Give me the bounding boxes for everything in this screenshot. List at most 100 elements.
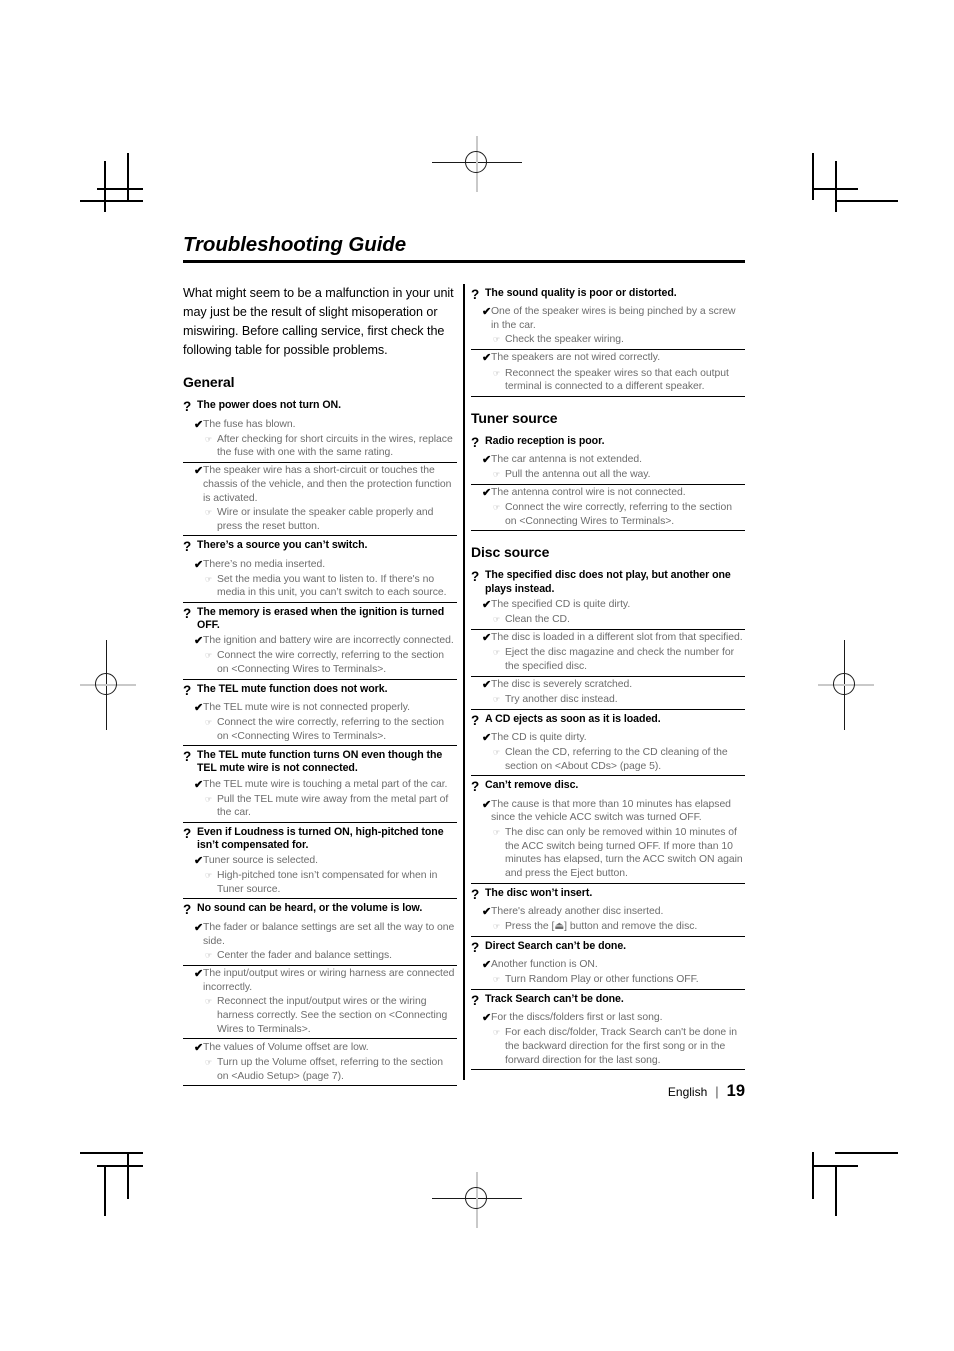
question-mark-icon: ? [183, 539, 192, 555]
solution-row: ☞ Set the media you want to listen to. If… [183, 572, 457, 602]
question-mark-icon: ? [471, 712, 480, 728]
cause-row: ✔ For the discs/folders first or last son… [471, 1009, 745, 1025]
cause-text: The antenna control wire is not connecte… [491, 487, 686, 499]
cause-group: ✔ The speaker wire has a short-circuit or… [183, 461, 457, 536]
cause-text: There’s no media inserted. [203, 558, 326, 570]
question-row: ? Can’t remove disc. [471, 776, 745, 796]
pointing-hand-icon: ☞ [493, 368, 501, 378]
pointing-hand-icon: ☞ [205, 508, 213, 518]
section-heading-tuner-source: Tuner source [471, 409, 558, 426]
cause-text: The ignition and battery wire are incorr… [203, 635, 454, 647]
two-column-layout: What might seem to be a malfunction in y… [183, 283, 745, 1087]
cause-row: ✔ The fader or balance settings are set a… [183, 919, 457, 948]
checkmark-icon: ✔ [482, 905, 492, 918]
cause-group: ✔ For the discs/folders first or last son… [471, 1009, 745, 1069]
checkmark-icon: ✔ [482, 599, 492, 612]
cause-text: For the discs/folders first or last song… [491, 1011, 663, 1023]
cause-group: ✔ The antenna control wire is not connect… [471, 483, 745, 531]
pointing-hand-icon: ☞ [493, 921, 501, 931]
question-mark-icon: ? [183, 748, 192, 764]
checkmark-icon: ✔ [194, 1041, 204, 1054]
solution-row: ☞ High-pitched tone isn’t compensated for… [183, 869, 457, 899]
checkmark-icon: ✔ [482, 798, 492, 811]
solution-text: Reconnect the input/output wires or the … [217, 996, 448, 1036]
solution-text: Press the [⏏] button and remove the disc… [505, 920, 698, 932]
question-text: The sound quality is poor or distorted. [485, 286, 677, 299]
pointing-hand-icon: ☞ [493, 1027, 501, 1037]
cause-row: ✔ The speaker wire has a short-circuit or… [183, 463, 457, 506]
title-underline [183, 259, 745, 263]
cause-row: ✔ The TEL mute wire is not connected prop… [183, 699, 457, 715]
troubleshooting-entry: ? The sound quality is poor or distorted.… [471, 284, 745, 397]
question-text: The TEL mute function does not work. [197, 682, 388, 695]
pointing-hand-icon: ☞ [493, 648, 501, 658]
solution-text: Connect the wire correctly, referring to… [217, 716, 444, 742]
question-text: The TEL mute function turns ON even thou… [197, 748, 443, 775]
solution-row: ☞ Center the fader and balance settings. [183, 948, 457, 964]
question-text: Even if Loudness is turned ON, high-pitc… [197, 825, 444, 852]
solution-text: Check the speaker wiring. [505, 334, 624, 346]
pointing-hand-icon: ☞ [205, 871, 213, 881]
solution-text: Clean the CD, referring to the CD cleani… [505, 747, 728, 772]
cause-text: The speaker wire has a short-circuit or … [203, 465, 452, 504]
checkmark-icon: ✔ [194, 558, 204, 571]
solution-text: Turn up the Volume offset, referring to … [217, 1056, 444, 1082]
cause-group: ✔ One of the speaker wires is being pinch… [471, 303, 745, 349]
column-divider [463, 283, 465, 1080]
question-row: ? No sound can be heard, or the volume is… [183, 899, 457, 919]
checkmark-icon: ✔ [194, 465, 204, 478]
checkmark-icon: ✔ [482, 732, 492, 745]
cause-row: ✔ Tuner source is selected. [183, 853, 457, 869]
pointing-hand-icon: ☞ [493, 503, 501, 513]
cause-group: ✔ The TEL mute wire is touching a metal p… [183, 776, 457, 822]
solution-text: Set the media you want to listen to. If … [217, 573, 447, 599]
question-text: The disc won’t insert. [485, 886, 593, 899]
section-heading-general: General [183, 374, 235, 391]
footer-page-number: 19 [726, 1082, 745, 1100]
question-row: ? The specified disc does not play, but a… [471, 566, 745, 596]
pointing-hand-icon: ☞ [493, 974, 501, 984]
checkmark-icon: ✔ [482, 453, 492, 466]
checkmark-icon: ✔ [482, 1011, 492, 1024]
entry-divider [471, 1068, 745, 1070]
cause-text: The values of Volume offset are low. [203, 1041, 369, 1053]
cause-text: Tuner source is selected. [203, 855, 318, 867]
page-title: Troubleshooting Guide [183, 233, 407, 256]
footer-separator: | [715, 1084, 719, 1099]
cause-row: ✔ The car antenna is not extended. [471, 451, 745, 467]
question-row: ? The TEL mute function turns ON even tho… [183, 746, 457, 776]
right-column-sections: ? The sound quality is poor or distorted.… [471, 284, 745, 1070]
checkmark-icon: ✔ [194, 701, 204, 714]
question-row: ? The disc won’t insert. [471, 884, 745, 904]
question-text: A CD ejects as soon as it is loaded. [485, 712, 661, 725]
pointing-hand-icon: ☞ [205, 717, 213, 727]
cause-group: ✔ The fuse has blown. ☞ After checking for … [183, 416, 457, 462]
troubleshooting-entry: ? Even if Loudness is turned ON, high-pit… [183, 823, 457, 900]
question-row: ? The memory is erased when the ignition … [183, 603, 457, 633]
solution-row: ☞ Reconnect the speaker wires so that eac… [471, 366, 745, 396]
pointing-hand-icon: ☞ [205, 794, 213, 804]
registration-mark-top [432, 136, 522, 192]
cause-group: ✔ The cause is that more than 10 minutes … [471, 796, 745, 882]
question-mark-icon: ? [183, 399, 192, 415]
troubleshooting-entry: ? The memory is erased when the ignition … [183, 603, 457, 680]
checkmark-icon: ✔ [194, 418, 204, 431]
question-row: ? The power does not turn ON. [183, 396, 457, 416]
solution-row: ☞ Connect the wire correctly, referring t… [183, 649, 457, 679]
page-footer: English | 19 [183, 1082, 745, 1101]
cause-row: ✔ The fuse has blown. [183, 416, 457, 432]
solution-text: Wire or insulate the speaker cable prope… [217, 507, 434, 533]
solution-text: Center the fader and balance settings. [217, 949, 393, 961]
section-heading-disc-source: Disc source [471, 544, 550, 561]
solution-text: Pull the antenna out all the way. [505, 468, 651, 480]
solution-text: Turn Random Play or other functions OFF. [505, 973, 699, 985]
solution-row: ☞ The disc can only be removed within 10 … [471, 825, 745, 882]
question-row: ? Radio reception is poor. [471, 432, 745, 452]
pointing-hand-icon: ☞ [493, 469, 501, 479]
footer-language: English [667, 1085, 708, 1099]
solution-text: The disc can only be removed within 10 m… [505, 826, 743, 880]
troubleshooting-entry: ? The power does not turn ON. ✔ The fuse ha… [183, 396, 457, 537]
question-mark-icon: ? [471, 779, 480, 795]
pointing-hand-icon: ☞ [205, 997, 213, 1007]
troubleshooting-entry: ? Can’t remove disc. ✔ The cause is that mo… [471, 776, 745, 884]
